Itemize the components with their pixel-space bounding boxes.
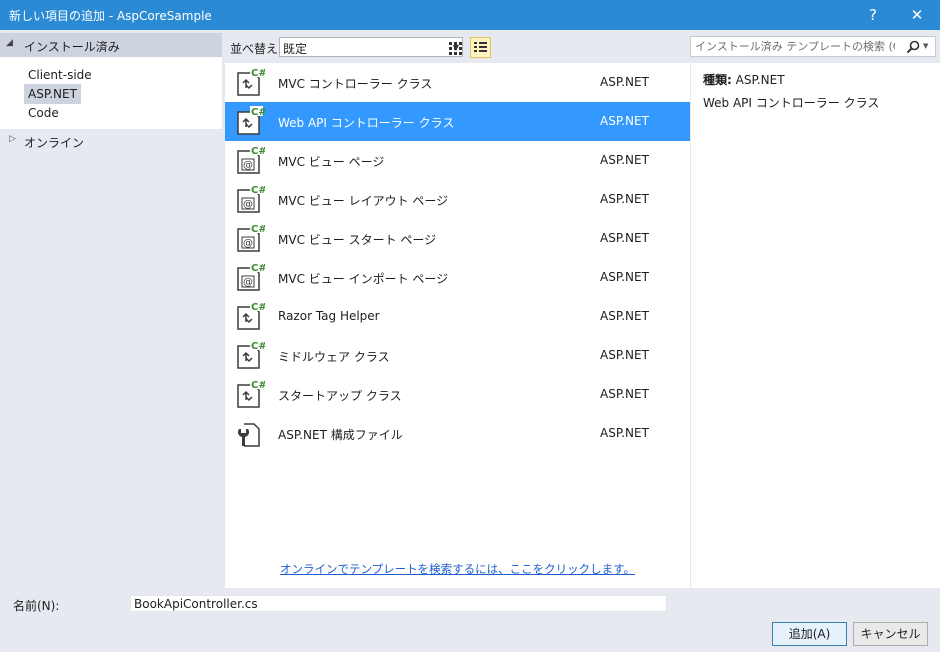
template-category: ASP.NET [600, 348, 649, 362]
svg-text:C#: C# [251, 146, 265, 157]
detail-type-value: ASP.NET [735, 73, 785, 87]
grid-view-icon [449, 42, 462, 55]
template-row-aspnet-config[interactable]: ASP.NET 構成ファイル ASP.NET [225, 414, 690, 453]
razor-page-icon: C# @ [233, 222, 267, 254]
detail-type: 種類: ASP.NET [703, 71, 785, 88]
file-name-input[interactable] [130, 595, 667, 612]
template-name: MVC ビュー ページ [278, 155, 385, 169]
template-category: ASP.NET [600, 309, 649, 323]
template-row-mvc-view-imports[interactable]: C# @ MVC ビュー インポート ページ ASP.NET [225, 258, 690, 297]
template-name: ASP.NET 構成ファイル [278, 428, 403, 442]
svg-text:C#: C# [251, 107, 265, 118]
template-row-startup-class[interactable]: C# スタートアップ クラス ASP.NET [225, 375, 690, 414]
template-name: MVC コントローラー クラス [278, 77, 433, 91]
list-view-button[interactable] [470, 37, 491, 58]
tree-node-label: オンライン [24, 136, 85, 150]
add-button[interactable]: 追加(A) [772, 622, 847, 646]
template-category: ASP.NET [600, 192, 649, 206]
template-category: ASP.NET [600, 75, 649, 89]
svg-text:@: @ [243, 277, 253, 288]
razor-page-icon: C# @ [233, 183, 267, 215]
tree-item-code[interactable]: Code [24, 103, 63, 123]
template-name: MVC ビュー インポート ページ [278, 272, 449, 286]
template-search-box: ▼ [690, 36, 936, 57]
template-row-mvc-view-layout[interactable]: C# @ MVC ビュー レイアウト ページ ASP.NET [225, 180, 690, 219]
tree-node-online[interactable]: ▷ オンライン [0, 131, 222, 151]
expanded-triangle-icon: ◢ [6, 38, 13, 48]
csharp-class-icon: C# [233, 66, 267, 98]
online-templates-link[interactable]: オンラインでテンプレートを検索するには、ここをクリックします。 [225, 561, 690, 577]
help-button[interactable]: ? [853, 0, 893, 30]
template-name: MVC ビュー レイアウト ページ [278, 194, 449, 208]
template-name: Web API コントローラー クラス [278, 116, 455, 130]
razor-page-icon: C# @ [233, 144, 267, 176]
search-options-arrow-icon[interactable]: ▼ [923, 42, 928, 50]
grid-view-button[interactable] [445, 37, 465, 57]
template-search-input[interactable] [691, 37, 899, 56]
template-name: スタートアップ クラス [278, 389, 402, 403]
template-name: Razor Tag Helper [278, 309, 380, 323]
template-list: C# MVC コントローラー クラス ASP.NET C# Web API コン… [225, 63, 690, 588]
cancel-button[interactable]: キャンセル [853, 622, 928, 646]
sort-label: 並べ替え: [230, 42, 283, 56]
detail-description: Web API コントローラー クラス [703, 96, 880, 110]
svg-text:C#: C# [251, 263, 265, 274]
svg-text:C#: C# [251, 68, 265, 79]
detail-type-label: 種類: [703, 73, 732, 87]
name-label: 名前(N): [13, 599, 60, 613]
config-file-icon [233, 417, 265, 449]
tree-item-aspnet[interactable]: ASP.NET [24, 84, 81, 104]
template-category: ASP.NET [600, 426, 649, 440]
details-pane: 種類: ASP.NET Web API コントローラー クラス [691, 63, 940, 588]
template-row-mvc-view-page[interactable]: C# @ MVC ビュー ページ ASP.NET [225, 141, 690, 180]
razor-page-icon: C# @ [233, 261, 267, 293]
sort-toolbar: 並べ替え: 既定 ▼ [225, 34, 690, 61]
template-category: ASP.NET [600, 231, 649, 245]
template-category: ASP.NET [600, 153, 649, 167]
svg-text:C#: C# [251, 185, 265, 196]
search-icon[interactable] [905, 39, 921, 55]
template-category: ASP.NET [600, 387, 649, 401]
csharp-class-icon: C# [233, 378, 267, 410]
svg-text:@: @ [243, 160, 253, 171]
template-row-razor-tag-helper[interactable]: C# Razor Tag Helper ASP.NET [225, 297, 690, 336]
svg-text:C#: C# [251, 224, 265, 235]
category-tree: ◢ インストール済み Client-side ASP.NET Code ▷ オン… [0, 30, 222, 590]
csharp-class-icon: C# [233, 105, 267, 137]
template-name: MVC ビュー スタート ページ [278, 233, 437, 247]
sort-value: 既定 [283, 42, 308, 56]
title-bar: 新しい項目の追加 - AspCoreSample ? ✕ [0, 0, 940, 30]
list-view-icon [474, 42, 487, 52]
svg-text:@: @ [243, 199, 253, 210]
template-category: ASP.NET [600, 114, 649, 128]
template-row-webapi-controller[interactable]: C# Web API コントローラー クラス ASP.NET [225, 102, 690, 141]
tree-item-client-side[interactable]: Client-side [24, 65, 96, 85]
tree-node-label: インストール済み [24, 40, 120, 54]
sort-dropdown[interactable]: 既定 ▼ [279, 37, 463, 57]
close-button[interactable]: ✕ [897, 0, 937, 30]
svg-text:C#: C# [251, 380, 265, 391]
svg-text:@: @ [243, 238, 253, 249]
svg-text:C#: C# [251, 302, 265, 313]
svg-text:C#: C# [251, 341, 265, 352]
window-title: 新しい項目の追加 - AspCoreSample [9, 9, 212, 23]
collapsed-triangle-icon: ▷ [9, 134, 16, 144]
csharp-class-icon: C# [233, 339, 267, 371]
template-category: ASP.NET [600, 270, 649, 284]
template-row-mvc-controller[interactable]: C# MVC コントローラー クラス ASP.NET [225, 63, 690, 102]
csharp-class-icon: C# [233, 300, 267, 332]
installed-children: Client-side ASP.NET Code [0, 57, 222, 129]
template-row-mvc-view-start[interactable]: C# @ MVC ビュー スタート ページ ASP.NET [225, 219, 690, 258]
template-name: ミドルウェア クラス [278, 350, 390, 364]
template-row-middleware-class[interactable]: C# ミドルウェア クラス ASP.NET [225, 336, 690, 375]
tree-node-installed[interactable]: ◢ インストール済み [0, 33, 222, 57]
